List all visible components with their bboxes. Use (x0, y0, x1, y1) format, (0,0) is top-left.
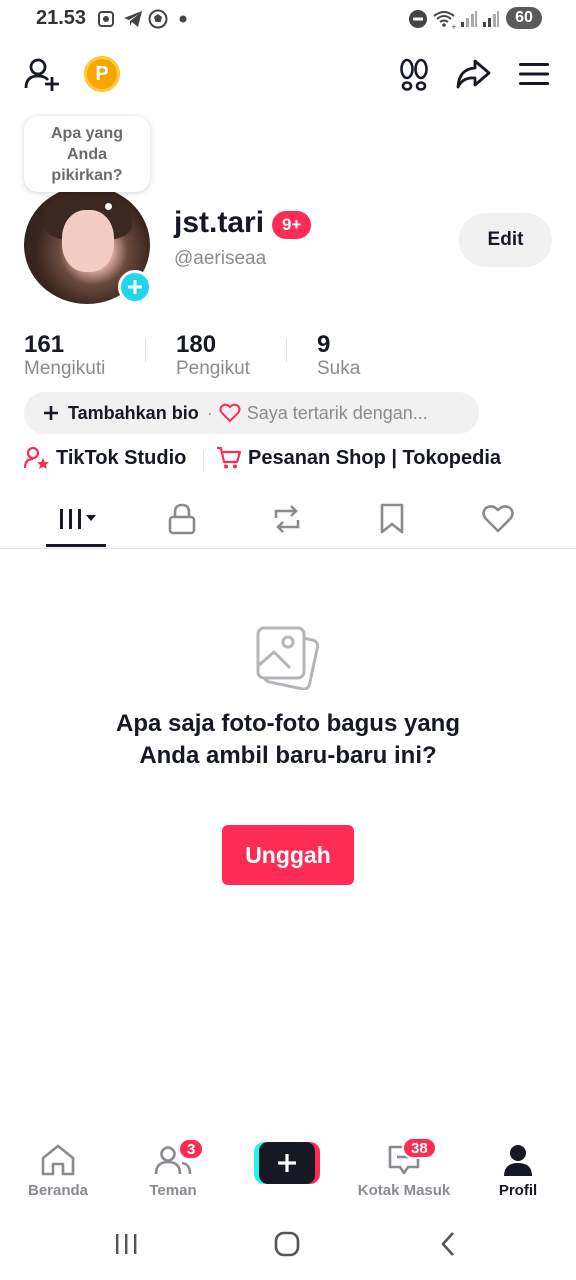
heart-icon (219, 403, 241, 423)
screenshot-icon (96, 9, 116, 29)
tab-private[interactable] (152, 497, 212, 541)
bubble-line: Anda (67, 146, 107, 163)
followers-label[interactable]: Pengikut (176, 358, 250, 380)
empty-state-message: Apa saja foto-foto bagus yang Anda ambil… (115, 710, 460, 769)
tiktok-studio-label: TikTok Studio (56, 446, 187, 469)
stat-divider (145, 338, 146, 362)
likes-count[interactable]: 9 (317, 331, 330, 359)
plus-icon (278, 1154, 296, 1172)
create-button-face (259, 1142, 315, 1184)
bio-pill[interactable]: Tambahkan bio · Saya tertarik dengan... (24, 392, 479, 434)
tab-favorites[interactable] (362, 497, 422, 541)
bio-separator: · (206, 402, 213, 423)
cart-icon (217, 446, 242, 469)
plus-icon (128, 280, 142, 294)
likes-label[interactable]: Suka (317, 358, 360, 380)
soccer-ball-icon (148, 9, 168, 29)
tab-videos[interactable] (48, 497, 108, 541)
share-arrow-icon (456, 59, 491, 89)
stat-divider (286, 338, 287, 362)
active-tab-indicator (46, 544, 106, 547)
user-handle: @aeriseaa (174, 248, 267, 269)
nav-profile-label: Profil (498, 1182, 538, 1199)
profile-icon (468, 1140, 568, 1180)
interests-label: Saya tertarik dengan... (246, 402, 428, 423)
home-circle-icon (274, 1231, 300, 1257)
shop-orders-link[interactable]: Pesanan Shop | Tokopedia (216, 446, 501, 470)
wifi-icon: + (432, 9, 458, 29)
tab-reposts[interactable] (257, 497, 317, 541)
followers-count[interactable]: 180 (176, 331, 216, 359)
avatar-face (62, 210, 114, 272)
grid-dropdown-icon (60, 509, 96, 529)
friends-icon (123, 1140, 223, 1180)
back-chevron-icon (441, 1232, 454, 1256)
signal-icon (460, 9, 478, 29)
recent-apps-button[interactable] (108, 1226, 144, 1262)
heart-icon (482, 505, 514, 533)
inbox-badge: 38 (402, 1137, 437, 1159)
upload-button[interactable]: Unggah (222, 825, 354, 885)
tab-liked[interactable] (468, 497, 528, 541)
bubble-line: pikirkan? (51, 167, 123, 184)
creator-star-icon (24, 446, 49, 469)
svg-text:+: + (451, 23, 457, 29)
coins-button[interactable]: P (84, 56, 120, 92)
tiktok-studio-link[interactable]: TikTok Studio (24, 446, 186, 470)
bookmark-icon (380, 503, 404, 534)
battery-indicator: 60 (506, 7, 542, 29)
recent-apps-icon (116, 1234, 137, 1254)
nav-inbox-label: Kotak Masuk (357, 1182, 451, 1199)
plus-icon (44, 406, 58, 420)
share-profile-button[interactable] (453, 54, 493, 94)
hamburger-menu-icon (519, 63, 549, 85)
lock-icon (168, 503, 196, 535)
dot-icon (178, 9, 188, 29)
home-icon (8, 1140, 108, 1180)
username: jst.tari (174, 206, 265, 239)
add-story-button[interactable] (118, 270, 152, 304)
bubble-tail (105, 203, 112, 210)
following-count[interactable]: 161 (24, 331, 64, 359)
create-button[interactable] (254, 1142, 320, 1184)
tabs-divider (0, 548, 576, 549)
status-time: 21.53 (36, 7, 87, 29)
profile-views-button[interactable] (394, 54, 434, 94)
photos-icon (254, 624, 320, 691)
interests-button[interactable]: Saya tertarik dengan... (219, 403, 428, 424)
add-bio-button[interactable]: Tambahkan bio (42, 403, 199, 424)
coin-icon: P (95, 62, 109, 85)
add-user-icon (24, 58, 59, 91)
shop-orders-label: Pesanan Shop | Tokopedia (248, 446, 502, 469)
nav-home-label: Beranda (27, 1182, 89, 1199)
username-badge[interactable]: 9+ (272, 211, 312, 239)
nav-home[interactable]: Beranda (8, 1140, 108, 1202)
do-not-disturb-icon (408, 9, 428, 29)
footprints-icon (400, 58, 428, 91)
add-friend-button[interactable] (22, 54, 62, 94)
menu-button[interactable] (514, 54, 554, 94)
thought-bubble[interactable]: Apa yang Anda pikirkan? (24, 116, 150, 192)
repost-icon (274, 505, 300, 533)
link-divider (203, 450, 204, 472)
following-label[interactable]: Mengikuti (24, 358, 105, 380)
telegram-icon (122, 9, 144, 29)
nav-friends[interactable]: Teman (123, 1140, 223, 1202)
add-bio-label: Tambahkan bio (68, 402, 199, 423)
nav-profile[interactable]: Profil (468, 1140, 568, 1202)
bubble-line: Apa yang (50, 125, 123, 142)
edit-profile-button[interactable]: Edit (459, 213, 552, 267)
status-bar: 21.53 + 60 (0, 0, 576, 38)
signal-icon (482, 9, 500, 29)
home-system-button[interactable] (268, 1226, 306, 1262)
friends-badge: 3 (178, 1138, 205, 1160)
back-button[interactable] (432, 1226, 464, 1262)
nav-friends-label: Teman (149, 1182, 197, 1199)
